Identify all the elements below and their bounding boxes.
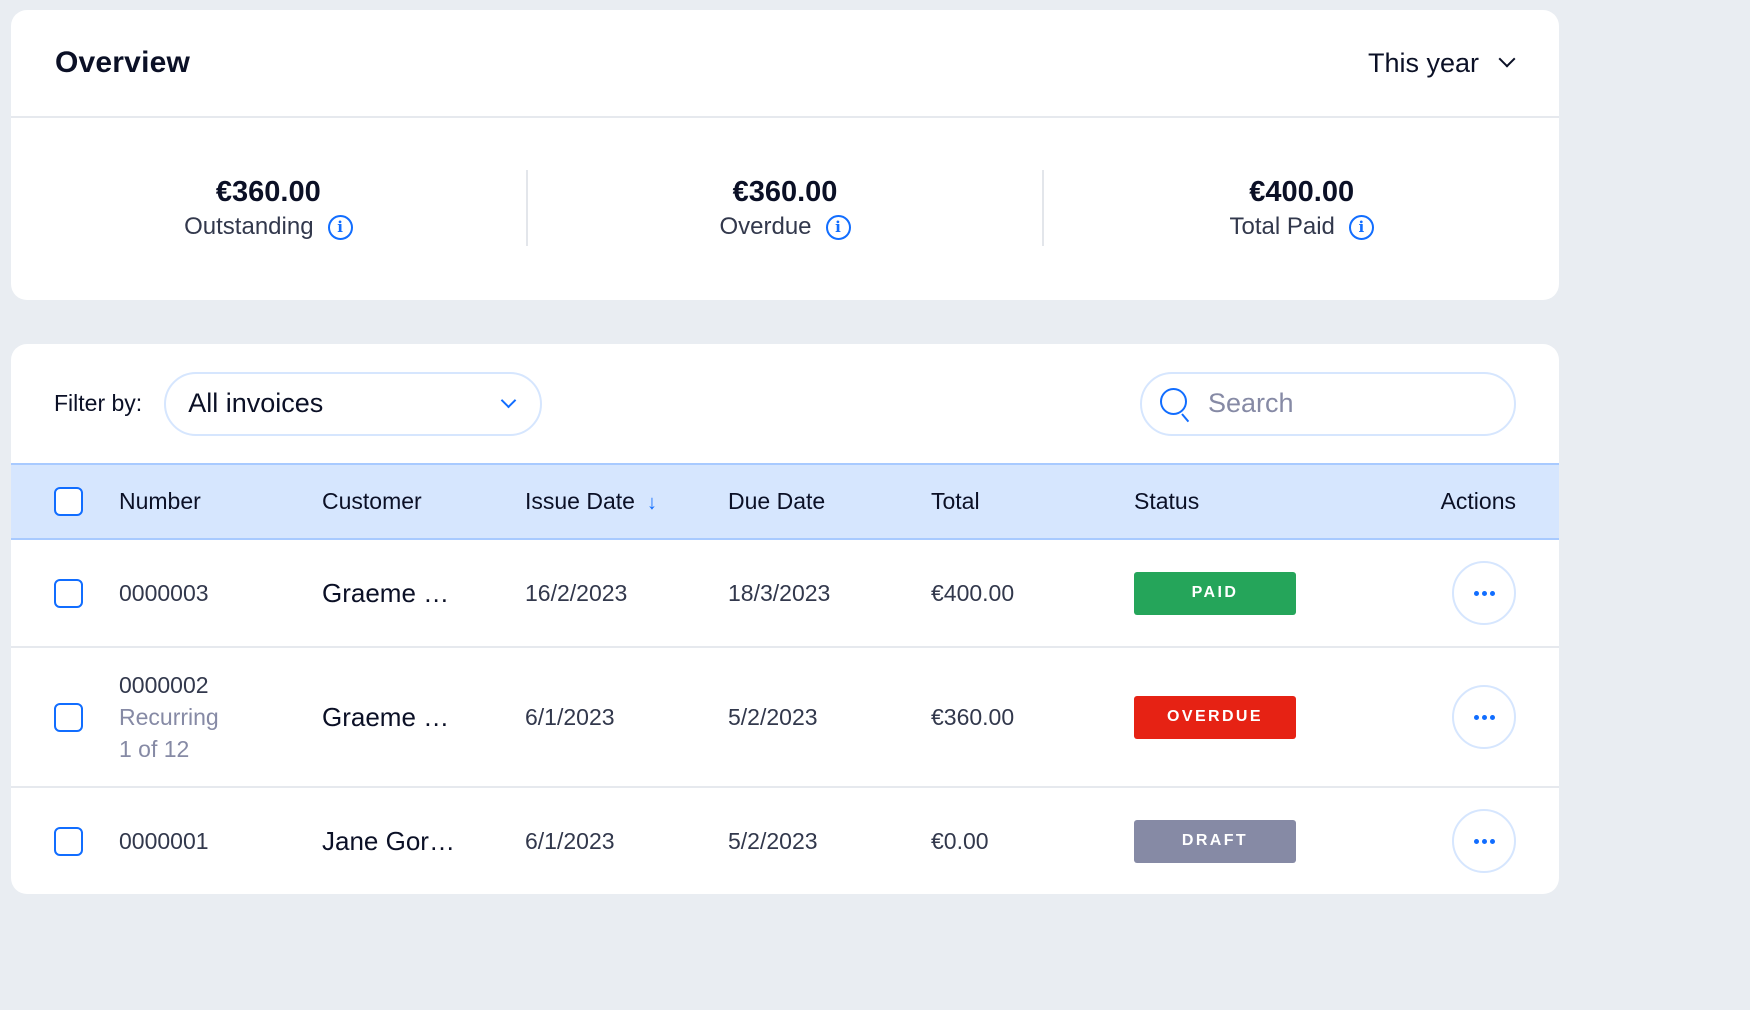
invoice-total: €400.00 (931, 579, 1015, 606)
stat-label: Total Paid (1229, 213, 1335, 240)
overview-title: Overview (55, 46, 191, 79)
column-header-due-date[interactable]: Due Date (728, 464, 931, 539)
status-badge-paid: PAID (1134, 571, 1296, 615)
select-all-checkbox[interactable] (54, 487, 83, 516)
overview-card: Overview This year €360.00 Outstanding i… (11, 10, 1559, 300)
issue-date: 6/1/2023 (525, 827, 615, 854)
stat-label: Outstanding (184, 213, 314, 240)
recurring-label: Recurring (119, 704, 219, 730)
issue-date: 6/1/2023 (525, 703, 615, 730)
filter-dropdown[interactable]: All invoices (164, 371, 543, 436)
table-row[interactable]: 0000003 Graeme … 16/2/2023 18/3/2023 €40… (11, 539, 1559, 647)
invoices-toolbar: Filter by: All invoices (11, 344, 1559, 463)
table-header-row: Number Customer Issue Date ↓ Due Date Tot… (11, 464, 1559, 539)
invoice-number: 0000002 Recurring 1 of 12 (119, 647, 322, 787)
info-icon[interactable]: i (327, 214, 353, 240)
customer-name: Graeme … (322, 701, 450, 732)
overview-header: Overview This year (11, 10, 1559, 118)
stat-outstanding: €360.00 Outstanding i (11, 170, 526, 246)
more-dots-icon (1473, 838, 1479, 844)
invoices-card: Filter by: All invoices Number Customer … (11, 344, 1559, 894)
due-date: 5/2/2023 (728, 827, 818, 854)
more-actions-button[interactable] (1452, 685, 1516, 749)
more-actions-button[interactable] (1452, 561, 1516, 625)
stat-overdue: €360.00 Overdue i (525, 170, 1043, 246)
row-checkbox[interactable] (54, 702, 83, 732)
table-row[interactable]: 0000001 Jane Gor… 6/1/2023 5/2/2023 €0.0… (11, 787, 1559, 894)
status-badge-draft: DRAFT (1134, 819, 1296, 863)
more-actions-button[interactable] (1452, 809, 1516, 873)
stat-value: €360.00 (732, 176, 838, 208)
stats-row: €360.00 Outstanding i €360.00 Overdue i … (11, 118, 1559, 298)
issue-date: 16/2/2023 (525, 579, 628, 606)
period-dropdown[interactable]: This year (1367, 47, 1516, 79)
invoice-number: 0000001 (119, 828, 209, 854)
chevron-down-icon (500, 392, 517, 409)
column-header-status[interactable]: Status (1134, 464, 1399, 539)
chevron-down-icon (1498, 50, 1516, 68)
due-date: 5/2/2023 (728, 703, 818, 730)
stat-total-paid: €400.00 Total Paid i (1042, 170, 1559, 246)
invoices-table: Number Customer Issue Date ↓ Due Date Tot… (11, 463, 1559, 894)
column-header-total[interactable]: Total (931, 464, 1134, 539)
more-dots-icon (1473, 590, 1479, 596)
recurring-progress: 1 of 12 (119, 736, 190, 762)
info-icon[interactable]: i (1348, 214, 1374, 240)
column-header-actions: Actions (1440, 488, 1516, 514)
due-date: 18/3/2023 (728, 579, 831, 606)
more-dots-icon (1473, 714, 1479, 720)
table-row[interactable]: 0000002 Recurring 1 of 12 Graeme … 6/1/2… (11, 647, 1559, 787)
invoice-total: €360.00 (931, 703, 1015, 730)
invoice-number: 0000003 (119, 580, 209, 606)
column-header-issue-date-label: Issue Date (525, 488, 635, 514)
customer-name: Jane Gor… (322, 825, 455, 856)
search-icon (1160, 387, 1192, 422)
filter-label: Filter by: (54, 390, 143, 416)
invoice-total: €0.00 (931, 827, 989, 854)
customer-name: Graeme … (322, 577, 450, 608)
row-checkbox[interactable] (54, 578, 83, 608)
row-checkbox[interactable] (54, 826, 83, 856)
search-input[interactable] (1208, 388, 1488, 419)
period-dropdown-value: This year (1367, 47, 1479, 78)
filter-dropdown-value: All invoices (188, 388, 324, 418)
arrow-down-icon: ↓ (646, 492, 657, 514)
stat-label: Overdue (719, 213, 812, 240)
search-box[interactable] (1140, 371, 1516, 436)
stat-value: €400.00 (1249, 176, 1355, 208)
column-header-issue-date[interactable]: Issue Date ↓ (525, 464, 728, 539)
column-header-customer[interactable]: Customer (322, 464, 525, 539)
status-badge-overdue: OVERDUE (1134, 695, 1296, 739)
info-icon[interactable]: i (825, 214, 851, 240)
stat-value: €360.00 (215, 176, 321, 208)
column-header-number[interactable]: Number (119, 464, 322, 539)
filter-group: Filter by: All invoices (54, 371, 543, 436)
